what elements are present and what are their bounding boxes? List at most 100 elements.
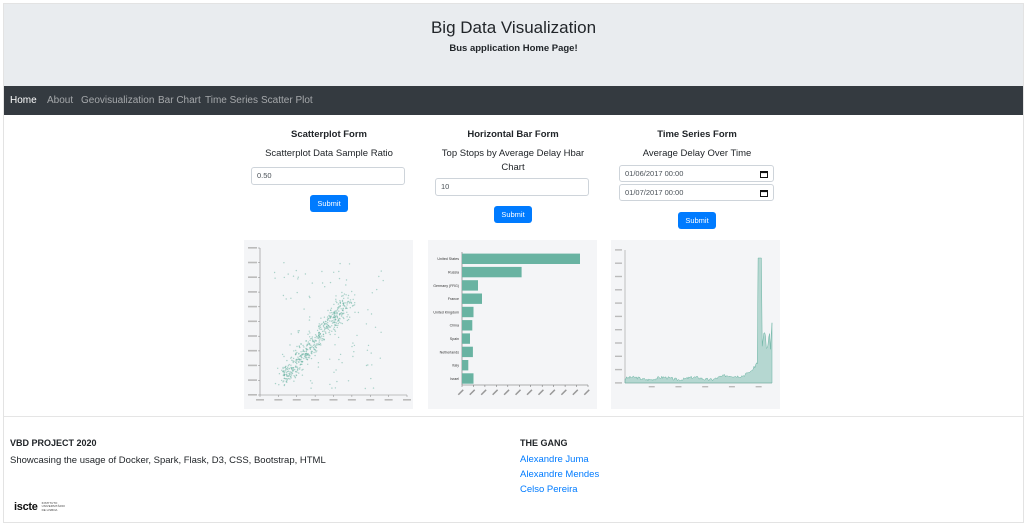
scatter-point bbox=[382, 279, 384, 282]
member-link[interactable]: Alexandre Mendes bbox=[520, 469, 599, 480]
scatter-point bbox=[339, 301, 341, 304]
hbar-bar bbox=[462, 346, 473, 358]
scatter-point bbox=[310, 346, 312, 349]
scatter-point bbox=[347, 300, 349, 303]
calendar-icon[interactable] bbox=[760, 170, 768, 178]
start-date-value: 01/06/2017 00:00 bbox=[625, 169, 684, 178]
member-link[interactable]: Celso Pereira bbox=[520, 484, 578, 495]
scatter-point bbox=[336, 317, 339, 319]
scatter-point bbox=[320, 328, 323, 330]
scatter-point bbox=[315, 351, 317, 353]
sample-ratio-input[interactable]: 0.50 bbox=[251, 167, 405, 185]
scatter-point bbox=[305, 352, 308, 355]
scatter-point bbox=[288, 374, 290, 377]
scatter-point bbox=[331, 320, 334, 322]
end-date-input[interactable]: 01/07/2017 00:00 bbox=[619, 184, 774, 201]
scatter-point bbox=[323, 339, 325, 341]
scatterplot-submit-button[interactable]: Submit bbox=[310, 195, 348, 212]
scatter-point bbox=[346, 311, 348, 313]
hbar-submit-button[interactable]: Submit bbox=[494, 206, 532, 223]
scatter-point bbox=[283, 384, 285, 387]
scatter-point bbox=[305, 350, 308, 353]
ts-y-tick-label bbox=[615, 368, 622, 371]
scatter-point bbox=[293, 380, 295, 382]
scatter-y-tick-label bbox=[248, 394, 257, 396]
scatter-point bbox=[342, 316, 344, 319]
scatter-point bbox=[365, 323, 368, 325]
scatter-point bbox=[339, 353, 342, 356]
nav-scatter-plot[interactable]: Scatter Plot bbox=[261, 95, 313, 106]
scatter-point bbox=[337, 303, 340, 305]
scatter-point bbox=[318, 337, 320, 340]
scatter-point bbox=[283, 380, 285, 382]
scatter-point bbox=[374, 326, 377, 328]
jumbotron: Big Data Visualization Bus application H… bbox=[4, 4, 1023, 86]
scatter-point bbox=[308, 342, 311, 345]
scatter-point bbox=[292, 368, 294, 370]
scatter-point bbox=[351, 345, 353, 348]
scatter-point bbox=[311, 350, 313, 353]
scatter-point bbox=[307, 333, 309, 335]
scatter-point bbox=[341, 314, 343, 316]
scatter-point bbox=[340, 308, 342, 310]
hbar-x-tick-label bbox=[572, 389, 579, 396]
scatter-point bbox=[326, 326, 328, 328]
top-stops-input[interactable]: 10 bbox=[435, 178, 589, 196]
hbar-bar bbox=[462, 306, 474, 318]
scatter-point bbox=[356, 334, 358, 337]
scatter-point bbox=[346, 319, 349, 322]
scatter-point bbox=[367, 344, 370, 347]
scatter-point bbox=[295, 361, 297, 364]
scatter-point bbox=[352, 342, 354, 344]
scatter-x-tick-label bbox=[256, 399, 264, 401]
scatter-x-tick-label bbox=[347, 399, 356, 401]
scatter-point bbox=[330, 315, 332, 317]
scatter-point bbox=[347, 314, 349, 316]
nav-about[interactable]: About bbox=[47, 95, 73, 106]
scatter-point bbox=[348, 263, 351, 265]
scatter-point bbox=[337, 336, 340, 339]
scatter-point bbox=[292, 357, 295, 360]
scatter-point bbox=[284, 373, 286, 376]
hbar-x-tick-label bbox=[583, 389, 590, 396]
hbar-category-label: Germany (FRG) bbox=[433, 284, 459, 288]
member-link[interactable]: Alexandre Juma bbox=[520, 454, 589, 465]
scatter-point bbox=[324, 327, 326, 329]
scatter-point bbox=[372, 387, 375, 389]
scatter-point bbox=[322, 326, 325, 328]
scatter-point bbox=[331, 325, 333, 327]
scatter-point bbox=[335, 312, 337, 314]
scatter-point bbox=[334, 333, 336, 336]
nav-time-series[interactable]: Time Series bbox=[205, 95, 258, 106]
scatter-point bbox=[304, 355, 307, 357]
start-date-input[interactable]: 01/06/2017 00:00 bbox=[619, 165, 774, 182]
scatter-point bbox=[307, 363, 309, 365]
hbar-category-label: China bbox=[450, 324, 459, 328]
scatter-point bbox=[317, 343, 319, 345]
ts-y-tick-label bbox=[615, 275, 622, 278]
scatter-point bbox=[365, 364, 368, 367]
scatter-point bbox=[297, 330, 299, 332]
nav-bar-chart[interactable]: Bar Chart bbox=[158, 95, 201, 106]
ts-x-tick-label bbox=[648, 386, 655, 388]
scatter-point bbox=[305, 358, 308, 360]
hbar-x-tick-label bbox=[457, 389, 464, 396]
scatter-point bbox=[331, 311, 333, 314]
timeseries-submit-button[interactable]: Submit bbox=[678, 212, 716, 229]
scatter-point bbox=[319, 328, 321, 330]
scatter-point bbox=[323, 323, 326, 326]
scatter-point bbox=[321, 270, 323, 273]
scatter-point bbox=[366, 349, 369, 351]
scatter-point bbox=[299, 346, 301, 349]
scatter-point bbox=[370, 377, 372, 380]
scatter-point bbox=[370, 313, 373, 315]
nav-geovisualization[interactable]: Geovisualization bbox=[81, 95, 154, 106]
calendar-icon[interactable] bbox=[760, 189, 768, 197]
scatter-point bbox=[320, 338, 322, 340]
scatter-point bbox=[324, 286, 326, 288]
nav-home[interactable]: Home bbox=[10, 95, 37, 106]
scatter-point bbox=[290, 375, 292, 377]
scatter-point bbox=[317, 362, 320, 364]
scatter-point bbox=[290, 374, 293, 376]
scatter-point bbox=[315, 335, 318, 337]
